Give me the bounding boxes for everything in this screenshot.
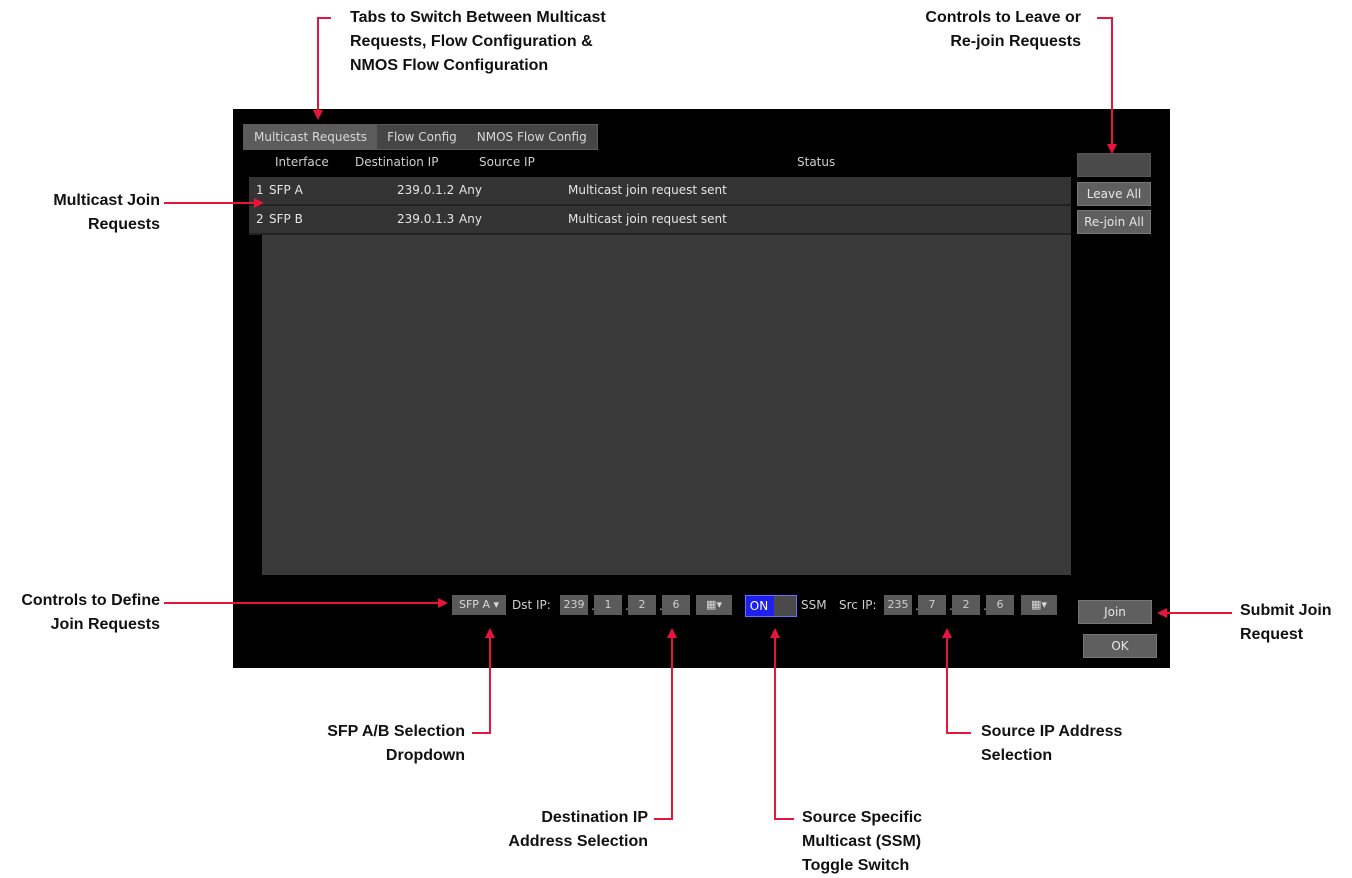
table-row[interactable]: 1 SFP A 239.0.1.2 Any Multicast join req…: [249, 177, 1071, 206]
multicast-panel: Multicast Requests Flow Config NMOS Flow…: [233, 109, 1170, 668]
ssm-toggle[interactable]: ON: [745, 595, 797, 617]
ssm-toggle-state: ON: [749, 599, 769, 613]
sfp-select-value: SFP A: [459, 598, 490, 611]
row-source-ip: Any: [459, 183, 482, 197]
rejoin-all-button[interactable]: Re-join All: [1077, 210, 1151, 234]
tab-nmos-flow-config[interactable]: NMOS Flow Config: [467, 125, 597, 149]
row-interface: SFP B: [269, 212, 303, 226]
annotation-tabs: Tabs to Switch Between Multicast Request…: [350, 9, 606, 74]
column-header-status: Status: [797, 155, 836, 169]
chevron-down-icon: ▾: [1041, 598, 1047, 611]
grid-icon: ▦: [1031, 598, 1042, 611]
join-request-list[interactable]: 1 SFP A 239.0.1.2 Any Multicast join req…: [249, 177, 1071, 575]
row-destination-ip: 239.0.1.3: [397, 212, 455, 226]
dst-ip-octet-1[interactable]: 239: [560, 595, 588, 615]
annotation-src: Source IP Address Selection: [981, 723, 1123, 764]
column-header-destination-ip: Destination IP: [355, 155, 439, 169]
join-button[interactable]: Join: [1078, 600, 1152, 624]
column-header-source-ip: Source IP: [479, 155, 535, 169]
ssm-label: SSM: [801, 598, 827, 612]
toggle-knob: [774, 596, 796, 616]
row-destination-ip: 239.0.1.2: [397, 183, 455, 197]
src-ip-octet-3[interactable]: 2: [952, 595, 980, 615]
disabled-button: [1077, 153, 1151, 177]
src-ip-label: Src IP:: [839, 598, 877, 612]
row-status: Multicast join request sent: [568, 212, 727, 226]
src-ip-preset-button[interactable]: ▦▾: [1021, 595, 1057, 615]
leave-all-button[interactable]: Leave All: [1077, 182, 1151, 206]
annotation-dst: Destination IP Address Selection: [508, 809, 648, 850]
dst-ip-label: Dst IP:: [512, 598, 551, 612]
arrow-tabs: [313, 17, 331, 120]
chevron-down-icon: ▾: [716, 598, 722, 611]
annotation-ssm: Source Specific Multicast (SSM) Toggle S…: [802, 809, 923, 874]
annotation-leave-rejoin: Controls to Leave or Re-join Requests: [925, 9, 1081, 50]
src-ip-octet-4[interactable]: 6: [986, 595, 1014, 615]
annotation-submit: Submit Join Request: [1240, 602, 1332, 643]
annotation-define: Controls to Define Join Requests: [21, 592, 160, 633]
annotation-sfp: SFP A/B Selection Dropdown: [327, 723, 465, 764]
annotation-join-requests: Multicast Join Requests: [53, 192, 160, 233]
dst-ip-octet-3[interactable]: 2: [628, 595, 656, 615]
row-source-ip: Any: [459, 212, 482, 226]
grid-icon: ▦: [706, 598, 717, 611]
ok-button[interactable]: OK: [1083, 634, 1157, 658]
row-index: 2: [256, 212, 264, 226]
row-interface: SFP A: [269, 183, 303, 197]
sfp-select-dropdown[interactable]: SFP A ▾: [452, 595, 506, 615]
tab-multicast-requests[interactable]: Multicast Requests: [244, 125, 378, 149]
row-status: Multicast join request sent: [568, 183, 727, 197]
chevron-down-icon: ▾: [493, 598, 499, 611]
dst-ip-octet-4[interactable]: 6: [662, 595, 690, 615]
row-index: 1: [256, 183, 264, 197]
src-ip-octet-2[interactable]: 7: [918, 595, 946, 615]
tab-flow-config[interactable]: Flow Config: [377, 125, 467, 149]
src-ip-octet-1[interactable]: 235: [884, 595, 912, 615]
dst-ip-preset-button[interactable]: ▦▾: [696, 595, 732, 615]
dst-ip-octet-2[interactable]: 1: [594, 595, 622, 615]
column-header-interface: Interface: [275, 155, 329, 169]
table-row[interactable]: 2 SFP B 239.0.1.3 Any Multicast join req…: [249, 206, 1071, 235]
tab-bar: Multicast Requests Flow Config NMOS Flow…: [243, 124, 598, 150]
